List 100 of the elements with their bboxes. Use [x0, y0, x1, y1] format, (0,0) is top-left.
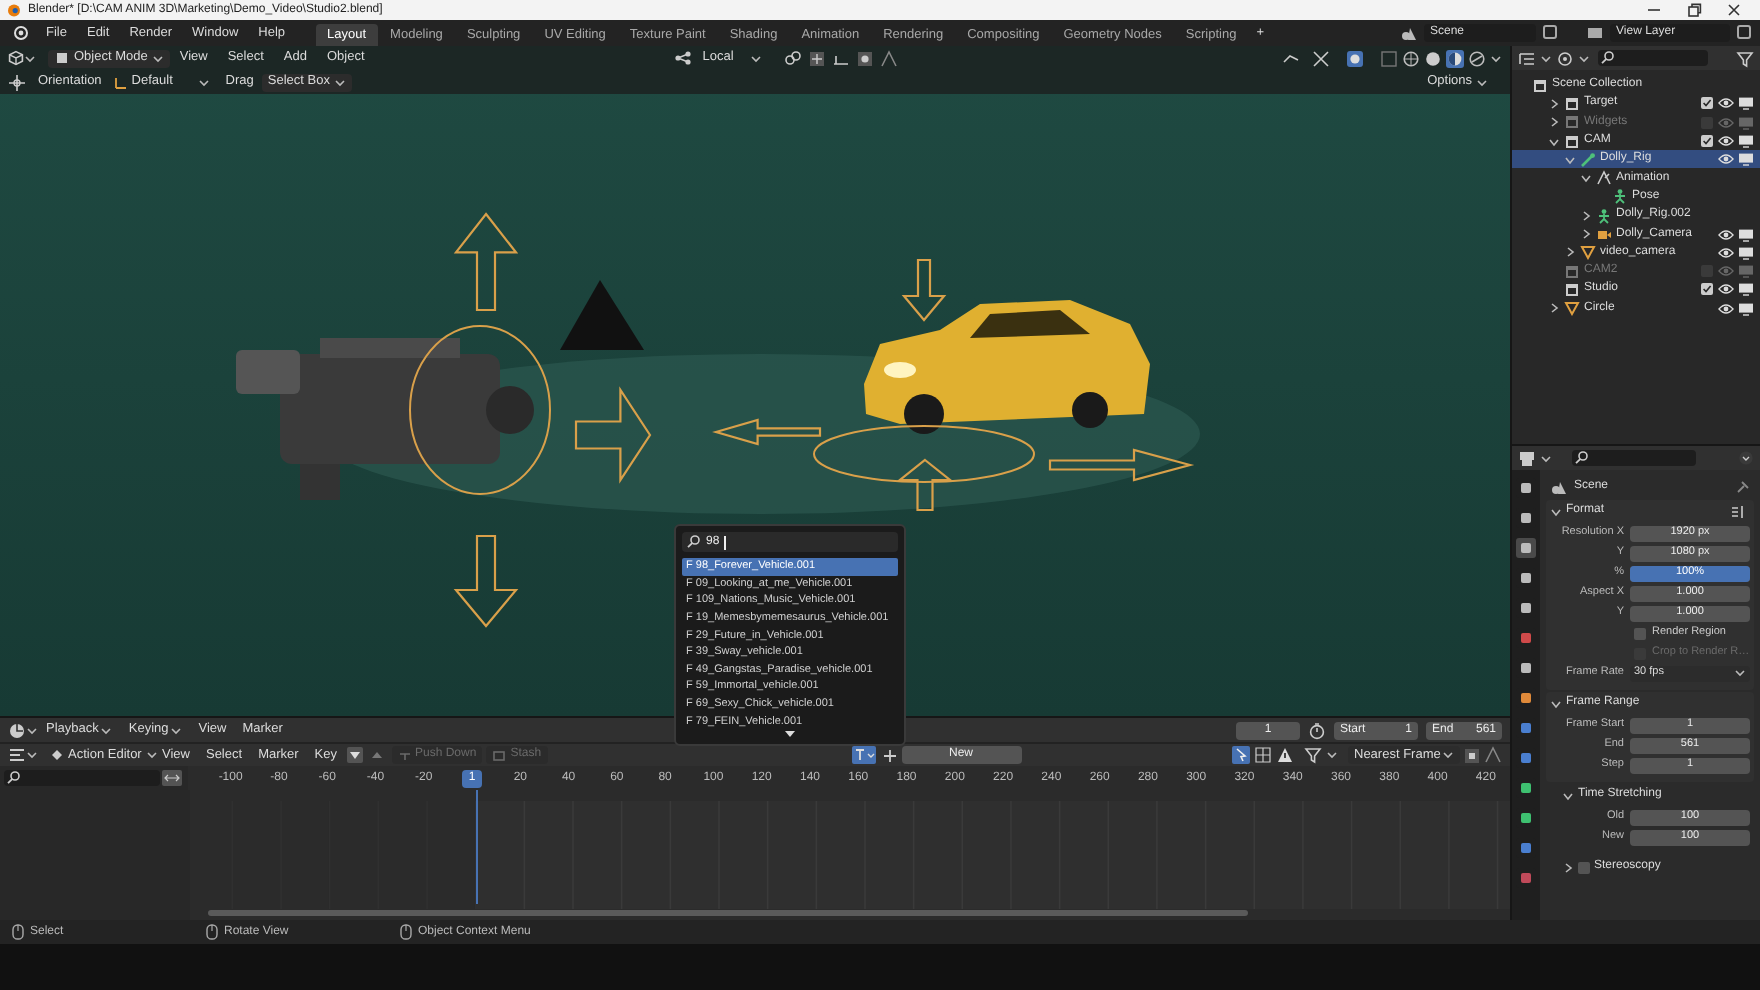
close-icon[interactable] [1726, 2, 1742, 18]
falloff-icon[interactable] [879, 49, 898, 67]
link-icon[interactable] [783, 49, 802, 67]
property-tab-icon[interactable] [1516, 688, 1536, 708]
monitor-icon[interactable] [1738, 245, 1754, 260]
caret-icon [100, 723, 113, 737]
gizmo-icon[interactable] [1312, 49, 1330, 67]
search-icon [1600, 50, 1616, 66]
scene-icon[interactable] [1400, 25, 1418, 41]
property-tab-icon[interactable] [1516, 778, 1536, 798]
grid-icon[interactable] [1254, 746, 1272, 764]
new-scene-icon[interactable] [1542, 24, 1560, 42]
overlays-icon[interactable] [1346, 49, 1364, 67]
outliner-search-field[interactable] [1598, 50, 1708, 66]
solid-shading-icon[interactable] [1424, 49, 1442, 67]
caret-icon [333, 75, 346, 89]
restore-icon[interactable] [1686, 2, 1702, 18]
checkbox[interactable] [1578, 861, 1590, 873]
caret-icon [1578, 51, 1590, 65]
monitor-icon[interactable] [1738, 134, 1754, 149]
blender-logo-icon [6, 2, 22, 18]
object-mode-icon [54, 50, 70, 66]
caret-icon [1540, 51, 1552, 65]
property-tab-icon[interactable] [1516, 628, 1536, 648]
editor-type-icon[interactable] [8, 721, 26, 739]
proportional-edit-icon[interactable] [855, 49, 874, 67]
property-tab-icon[interactable] [1516, 748, 1536, 768]
stopwatch-icon[interactable] [1308, 721, 1326, 739]
caret-icon [1734, 666, 1746, 680]
scene-icon [1550, 479, 1568, 495]
monitor-icon[interactable] [1738, 282, 1754, 297]
property-tab-icon[interactable] [1516, 808, 1536, 828]
push-down-icon [397, 748, 411, 762]
action-browse-icon[interactable] [851, 746, 876, 764]
scrollbar[interactable] [208, 910, 1248, 916]
caret-icon [1442, 748, 1454, 762]
property-tab-icon[interactable] [1516, 568, 1536, 588]
properties-search-field[interactable] [1572, 450, 1696, 466]
options-icon[interactable] [1738, 450, 1754, 466]
new-view-layer-icon[interactable] [1736, 24, 1754, 42]
property-tab-icon[interactable] [1516, 478, 1536, 498]
exclude-checkbox[interactable] [1700, 134, 1714, 149]
pin-icon[interactable] [1734, 479, 1750, 495]
property-tab-icon[interactable] [1516, 598, 1536, 618]
camera-icon [1596, 226, 1612, 243]
mouse-icon [12, 924, 24, 940]
add-icon[interactable] [881, 747, 898, 763]
property-tab-icon[interactable] [1516, 508, 1536, 528]
select-cursor-icon[interactable] [1232, 746, 1250, 764]
expand-caret-icon [1550, 505, 1562, 517]
text-cursor [723, 535, 725, 549]
material-shading-icon[interactable] [1446, 49, 1464, 67]
transform-icon [8, 73, 26, 91]
caret-icon [197, 75, 210, 89]
blender-menu-icon[interactable] [12, 24, 30, 42]
monitor-icon[interactable] [1738, 301, 1754, 316]
caret-icon [749, 51, 762, 65]
keyframe-icon [50, 748, 64, 762]
filter-keys-icon[interactable] [345, 746, 363, 764]
caret-icon [1540, 451, 1552, 465]
cone-drawing [560, 280, 644, 350]
monitor-icon[interactable] [1738, 152, 1754, 167]
property-tab-icon[interactable] [1516, 838, 1536, 858]
falloff-icon[interactable] [1484, 746, 1502, 764]
editor-type-icon[interactable] [1518, 49, 1536, 67]
editor-type-icon[interactable] [8, 50, 24, 66]
rendered-shading-icon[interactable] [1468, 49, 1486, 67]
exclude-checkbox[interactable] [1700, 282, 1714, 297]
warning-icon[interactable] [1276, 746, 1294, 764]
presets-icon[interactable] [1730, 503, 1746, 519]
transform-orientation-icon [674, 50, 693, 66]
up-icon[interactable] [369, 748, 383, 762]
exclude-checkbox[interactable] [1700, 96, 1714, 111]
stash-icon [492, 748, 507, 762]
checkbox[interactable] [1634, 627, 1646, 639]
editor-type-icon[interactable] [8, 746, 26, 764]
monitor-icon[interactable] [1738, 96, 1754, 111]
property-tab-icon[interactable] [1516, 538, 1536, 558]
caret-icon [1326, 748, 1338, 762]
proportional-edit-icon[interactable] [1464, 747, 1480, 763]
display-mode-icon[interactable] [1556, 49, 1574, 67]
search-icon [1574, 450, 1590, 466]
snap-icon[interactable] [807, 49, 826, 67]
property-tab-icon[interactable] [1516, 718, 1536, 738]
filter-icon[interactable] [1304, 746, 1322, 764]
collapsed-caret-icon[interactable] [1548, 302, 1560, 315]
animation-icon [1596, 170, 1612, 187]
editor-type-icon[interactable] [1518, 449, 1536, 467]
object-icon [1564, 300, 1580, 317]
swap-icon[interactable] [162, 770, 182, 786]
wireframe-shading-icon[interactable] [1402, 49, 1420, 67]
view-layer-icon[interactable] [1586, 24, 1604, 42]
axes-icon [113, 75, 128, 89]
expand-caret-icon [1562, 789, 1574, 801]
playhead-line [475, 790, 478, 904]
monitor-icon[interactable] [1738, 227, 1754, 242]
object-icon [1580, 244, 1596, 261]
property-tab-icon[interactable] [1516, 658, 1536, 678]
filter-icon[interactable] [1736, 49, 1754, 67]
visibility-icon[interactable] [1282, 49, 1300, 67]
